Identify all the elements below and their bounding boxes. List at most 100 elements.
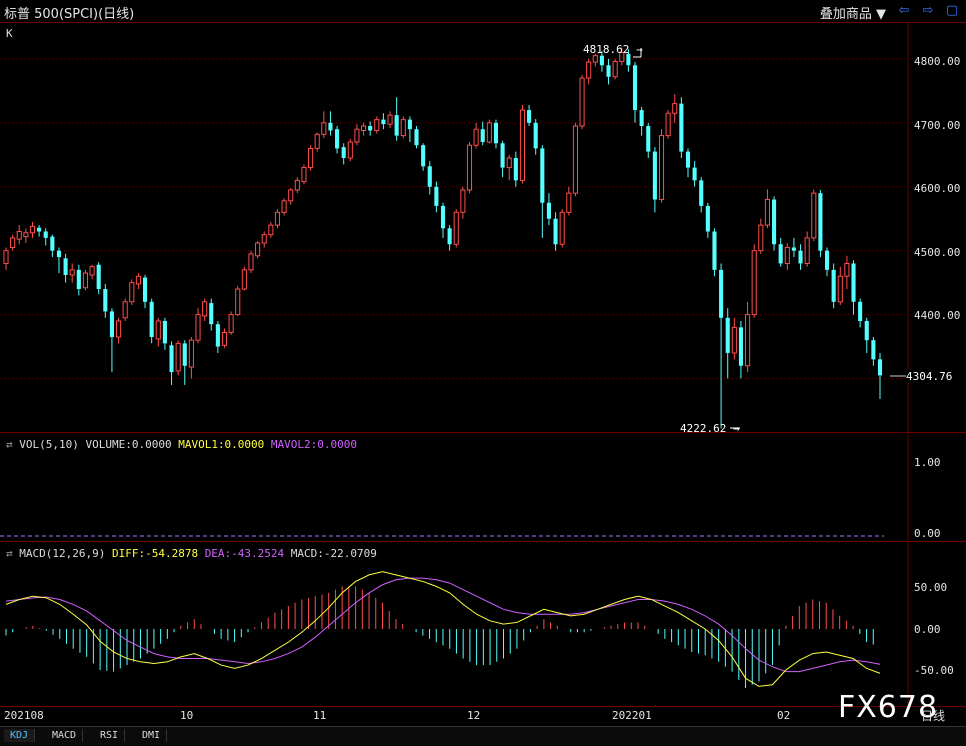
candle bbox=[103, 283, 108, 318]
candle bbox=[347, 138, 353, 162]
candles bbox=[3, 47, 883, 429]
candle bbox=[129, 279, 135, 306]
candle bbox=[109, 308, 114, 373]
candle bbox=[354, 124, 360, 146]
tab-rsi[interactable]: RSI bbox=[94, 729, 126, 742]
candle bbox=[764, 189, 770, 229]
candle bbox=[725, 308, 730, 379]
candle bbox=[341, 143, 346, 165]
candle bbox=[308, 145, 314, 171]
indicator-tabs: KDJ MACD RSI DMI bbox=[0, 726, 966, 746]
candle bbox=[738, 321, 744, 379]
candle bbox=[851, 260, 856, 315]
candle bbox=[798, 244, 803, 270]
candle bbox=[500, 140, 505, 178]
candle bbox=[758, 218, 764, 254]
candle bbox=[460, 186, 466, 219]
date-label: 202201 bbox=[612, 709, 652, 722]
candle bbox=[784, 243, 790, 270]
candle bbox=[142, 274, 148, 309]
candle bbox=[188, 336, 194, 379]
candle bbox=[294, 177, 300, 194]
candle bbox=[414, 126, 419, 149]
candle bbox=[56, 247, 62, 274]
date-label: 12 bbox=[467, 709, 481, 722]
candle bbox=[427, 161, 432, 195]
tab-kdj[interactable]: KDJ bbox=[4, 729, 36, 742]
macd-tick: 0.00 bbox=[914, 623, 941, 636]
macd-diff: DIFF:-54.2878 bbox=[111, 547, 199, 560]
low-price-label: 4222.62 → bbox=[680, 422, 740, 435]
candle bbox=[824, 247, 830, 277]
candle bbox=[162, 317, 167, 350]
candle bbox=[360, 122, 367, 136]
candle bbox=[43, 228, 48, 246]
candle bbox=[632, 62, 638, 123]
candle bbox=[731, 317, 737, 360]
date-label: 11 bbox=[313, 709, 327, 722]
tab-dmi[interactable]: DMI bbox=[136, 729, 168, 742]
candle bbox=[434, 181, 439, 213]
candle bbox=[639, 106, 644, 136]
candle bbox=[16, 225, 22, 245]
candle bbox=[274, 209, 281, 229]
macd-tick: -50.00 bbox=[914, 664, 954, 677]
period-unit[interactable]: 日线 bbox=[921, 707, 945, 724]
candle bbox=[301, 164, 307, 185]
candle bbox=[572, 122, 578, 197]
candle bbox=[871, 336, 876, 366]
candle bbox=[63, 253, 68, 283]
candle bbox=[202, 298, 208, 322]
candle bbox=[606, 58, 611, 85]
volume-tick: 0.00 bbox=[914, 527, 941, 540]
candle bbox=[175, 340, 181, 376]
price-tick: 4600.00 bbox=[914, 182, 961, 195]
candle bbox=[546, 193, 551, 226]
candle bbox=[69, 263, 75, 283]
candle bbox=[579, 74, 585, 130]
candle bbox=[76, 264, 81, 296]
candle bbox=[553, 212, 558, 251]
macd-header: ⇄ MACD(12,26,9) DIFF:-54.2878 DEA:-43.25… bbox=[6, 547, 377, 560]
candle bbox=[82, 269, 89, 291]
price-panel-label: K bbox=[6, 27, 13, 40]
candle bbox=[804, 231, 810, 267]
candle bbox=[447, 225, 452, 251]
chart-canvas[interactable] bbox=[0, 0, 966, 726]
candle bbox=[658, 129, 665, 203]
price-tick: 4700.00 bbox=[914, 119, 961, 132]
candle bbox=[235, 285, 241, 316]
candle bbox=[241, 266, 247, 291]
candle bbox=[182, 340, 187, 385]
candle bbox=[400, 116, 406, 139]
candle bbox=[394, 97, 399, 141]
candle bbox=[10, 234, 16, 251]
candle bbox=[506, 154, 512, 181]
candle bbox=[314, 132, 320, 152]
tab-macd[interactable]: MACD bbox=[46, 729, 84, 742]
candle bbox=[858, 298, 863, 328]
candle bbox=[122, 298, 128, 322]
vol-mavol1: MAVOL1:0.0000 bbox=[178, 438, 265, 451]
candle bbox=[646, 122, 651, 158]
macd-dea: DEA:-43.2524 bbox=[204, 547, 285, 560]
candle bbox=[745, 301, 751, 373]
price-tick: 4800.00 bbox=[914, 55, 961, 68]
candle bbox=[719, 263, 724, 429]
candle bbox=[50, 234, 55, 258]
candle bbox=[527, 104, 532, 127]
vol-label: VOL(5,10) bbox=[19, 438, 79, 451]
volume-header: ⇄ VOL(5,10) VOLUME:0.0000 MAVOL1:0.0000 … bbox=[6, 438, 357, 451]
candle bbox=[209, 298, 214, 331]
candle bbox=[228, 311, 234, 336]
candle bbox=[328, 111, 333, 136]
macd-label: MACD(12,26,9) bbox=[19, 547, 106, 560]
price-tick: 4500.00 bbox=[914, 246, 961, 259]
candle bbox=[155, 317, 161, 347]
candle bbox=[778, 237, 783, 267]
settings-icon[interactable]: ⇄ bbox=[6, 438, 13, 451]
candle bbox=[96, 262, 101, 295]
candle bbox=[466, 142, 473, 194]
candle bbox=[29, 221, 36, 238]
settings-icon[interactable]: ⇄ bbox=[6, 547, 13, 560]
